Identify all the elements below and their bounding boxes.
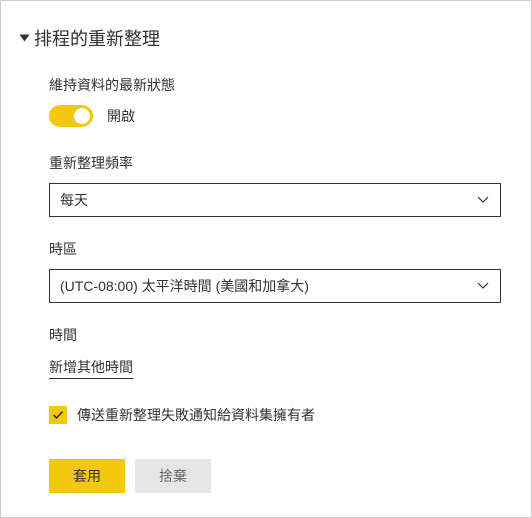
toggle-knob (74, 108, 90, 124)
schedule-refresh-panel: 排程的重新整理 維持資料的最新狀態 開啟 重新整理頻率 每天 時區 (UTC-0… (0, 0, 532, 518)
chevron-down-icon (476, 279, 490, 293)
timezone-group: 時區 (UTC-08:00) 太平洋時間 (美國和加拿大) (49, 239, 501, 303)
chevron-down-icon (476, 193, 490, 207)
keep-updated-label: 維持資料的最新狀態 (49, 75, 501, 95)
add-time-link[interactable]: 新增其他時間 (49, 357, 133, 379)
notify-label: 傳送重新整理失敗通知給資料集擁有者 (77, 405, 315, 425)
timezone-label: 時區 (49, 239, 501, 259)
section-header[interactable]: 排程的重新整理 (21, 25, 511, 51)
frequency-select[interactable]: 每天 (49, 183, 501, 217)
notify-checkbox[interactable] (49, 406, 67, 424)
section-content: 維持資料的最新狀態 開啟 重新整理頻率 每天 時區 (UTC-08:00) 太平… (21, 75, 511, 493)
check-icon (52, 409, 64, 421)
frequency-value: 每天 (60, 190, 88, 210)
keep-updated-toggle[interactable] (49, 105, 93, 127)
notify-row: 傳送重新整理失敗通知給資料集擁有者 (49, 405, 501, 425)
timezone-select[interactable]: (UTC-08:00) 太平洋時間 (美國和加拿大) (49, 269, 501, 303)
timezone-value: (UTC-08:00) 太平洋時間 (美國和加拿大) (60, 276, 309, 296)
keep-updated-row: 開啟 (49, 105, 501, 127)
section-title: 排程的重新整理 (34, 25, 160, 51)
button-row: 套用 捨棄 (49, 459, 501, 493)
frequency-label: 重新整理頻率 (49, 153, 501, 173)
time-label: 時間 (49, 325, 501, 345)
caret-down-icon (20, 35, 30, 42)
apply-button[interactable]: 套用 (49, 459, 125, 493)
discard-button[interactable]: 捨棄 (135, 459, 211, 493)
frequency-group: 重新整理頻率 每天 (49, 153, 501, 217)
time-group: 時間 新增其他時間 (49, 325, 501, 379)
toggle-state-label: 開啟 (107, 106, 135, 126)
